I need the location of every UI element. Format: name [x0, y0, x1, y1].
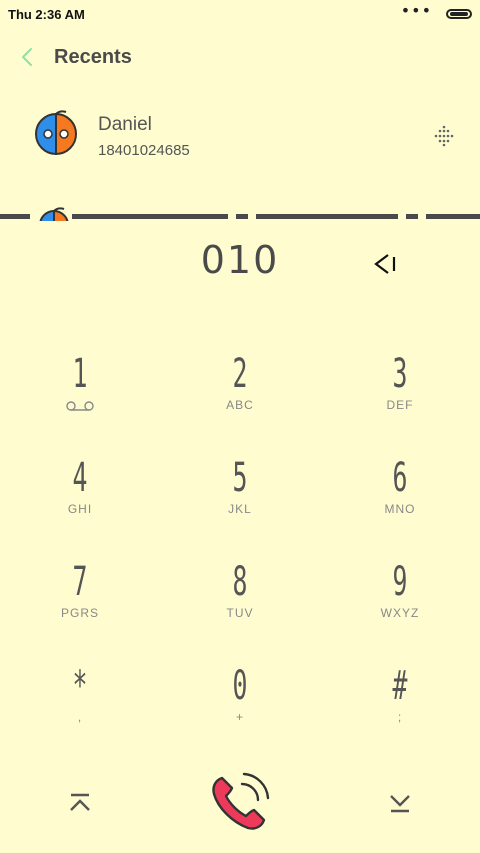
key-digit: 1 — [72, 351, 88, 397]
face-avatar-icon — [35, 110, 77, 156]
key-1[interactable]: 1 — [0, 352, 160, 452]
key-digit: * — [72, 663, 88, 709]
key-star[interactable]: * , — [0, 664, 160, 764]
key-digit: # — [392, 663, 408, 709]
key-letters: ABC — [226, 398, 254, 412]
voicemail-icon — [66, 401, 94, 411]
key-2[interactable]: 2 ABC — [160, 352, 320, 452]
key-letters: MNO — [384, 502, 416, 516]
key-0[interactable]: 0 + — [160, 664, 320, 764]
key-letters: PGRS — [60, 606, 99, 620]
key-digit: 5 — [232, 455, 248, 501]
recent-contact-row[interactable]: Daniel 18401024685 — [0, 100, 480, 172]
key-digit: 7 — [72, 559, 88, 605]
key-digit: 2 — [232, 351, 248, 397]
key-letters: , — [77, 710, 83, 724]
contact-name: Daniel — [98, 114, 152, 135]
key-letters: DEF — [386, 398, 414, 412]
key-letters: ; — [397, 710, 403, 724]
key-digit: 3 — [392, 351, 408, 397]
key-hash[interactable]: # ; — [320, 664, 480, 764]
key-digit: 6 — [392, 455, 408, 501]
more-dots-icon: ••• — [400, 1, 432, 20]
key-8[interactable]: 8 TUV — [160, 560, 320, 660]
key-3[interactable]: 3 DEF — [320, 352, 480, 452]
header: Recents — [0, 40, 480, 76]
contact-number: 18401024685 — [98, 142, 190, 159]
dialer-divider[interactable] — [0, 214, 480, 220]
key-digit: 8 — [232, 559, 248, 605]
key-9[interactable]: 9 WXYZ — [320, 560, 480, 660]
key-letters: + — [235, 710, 244, 724]
entered-number-display: 010 — [200, 238, 280, 282]
key-7[interactable]: 7 PGRS — [0, 560, 160, 660]
battery-icon — [446, 9, 472, 19]
key-5[interactable]: 5 JKL — [160, 456, 320, 556]
status-time: Thu 2:36 AM — [8, 6, 85, 22]
key-digit: 9 — [392, 559, 408, 605]
key-digit: 0 — [232, 663, 248, 709]
key-digit: 4 — [72, 455, 88, 501]
key-4[interactable]: 4 GHI — [0, 456, 160, 556]
key-letters: GHI — [67, 502, 93, 516]
bottom-bar — [0, 768, 480, 838]
backspace-icon[interactable] — [372, 252, 400, 276]
expand-down-icon[interactable] — [388, 792, 412, 814]
key-letters: JKL — [228, 502, 252, 516]
phone-call-icon[interactable] — [208, 770, 272, 834]
page-title: Recents — [54, 46, 132, 68]
dialpad-grid-icon[interactable] — [432, 124, 456, 148]
chevron-left-icon[interactable] — [18, 46, 36, 68]
status-icons: ••• — [401, 3, 472, 19]
collapse-up-icon[interactable] — [68, 792, 92, 814]
key-letters: TUV — [226, 606, 254, 620]
key-6[interactable]: 6 MNO — [320, 456, 480, 556]
status-bar: Thu 2:36 AM ••• — [0, 0, 480, 28]
key-letters: WXYZ — [380, 606, 420, 620]
